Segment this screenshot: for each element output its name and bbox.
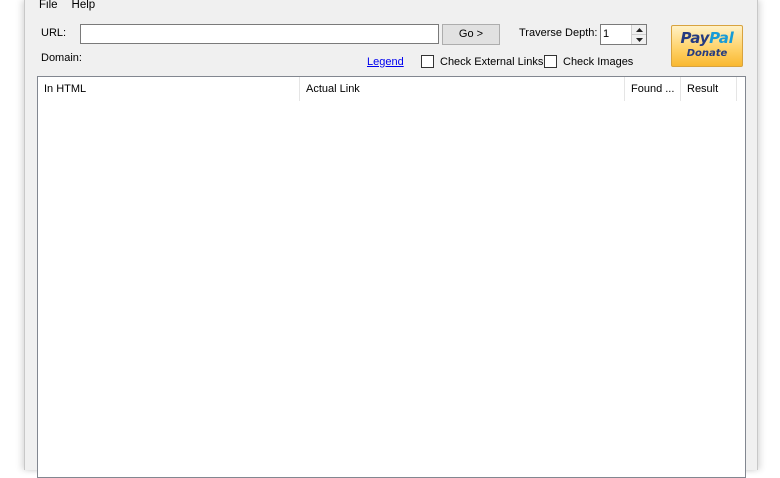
menu-file[interactable]: File [25,0,65,13]
spin-down-button[interactable] [631,35,646,44]
results-list[interactable]: In HTML Actual Link Found ... Result [37,76,746,478]
arrow-up-icon [635,27,643,32]
column-header-found[interactable]: Found ... [625,77,681,101]
menubar: File Help [25,0,102,13]
column-header-result[interactable]: Result [681,77,737,101]
traverse-depth-label: Traverse Depth: [519,27,598,39]
menu-help[interactable]: Help [65,0,103,13]
legend-link[interactable]: Legend [367,56,404,68]
paypal-donate-button[interactable]: PayPal Donate [671,25,743,67]
column-header-actual-link[interactable]: Actual Link [300,77,625,101]
domain-label: Domain: [41,52,82,64]
check-external-links[interactable]: Check External Links [421,55,543,68]
app-window: File Help URL: Go > Traverse Depth: 1 Pa… [24,0,758,478]
check-images-label[interactable]: Check Images [563,56,633,68]
arrow-down-icon [635,37,643,42]
paypal-logo-pay: Pay [680,29,710,47]
paypal-logo: PayPal [672,29,742,47]
traverse-depth-stepper[interactable]: 1 [600,24,647,45]
url-label: URL: [41,27,67,39]
spin-up-button[interactable] [631,25,646,35]
check-images[interactable]: Check Images [544,55,633,68]
url-input[interactable] [80,24,439,44]
column-header-in-html[interactable]: In HTML [38,77,300,101]
check-external-links-label[interactable]: Check External Links [440,56,543,68]
donate-label: Donate [686,48,728,59]
results-list-header: In HTML Actual Link Found ... Result [38,77,738,101]
check-external-links-checkbox[interactable] [421,55,434,68]
go-button[interactable]: Go > [442,24,500,45]
paypal-logo-pal: Pal [709,29,734,47]
check-images-checkbox[interactable] [544,55,557,68]
traverse-depth-value[interactable]: 1 [603,28,609,40]
